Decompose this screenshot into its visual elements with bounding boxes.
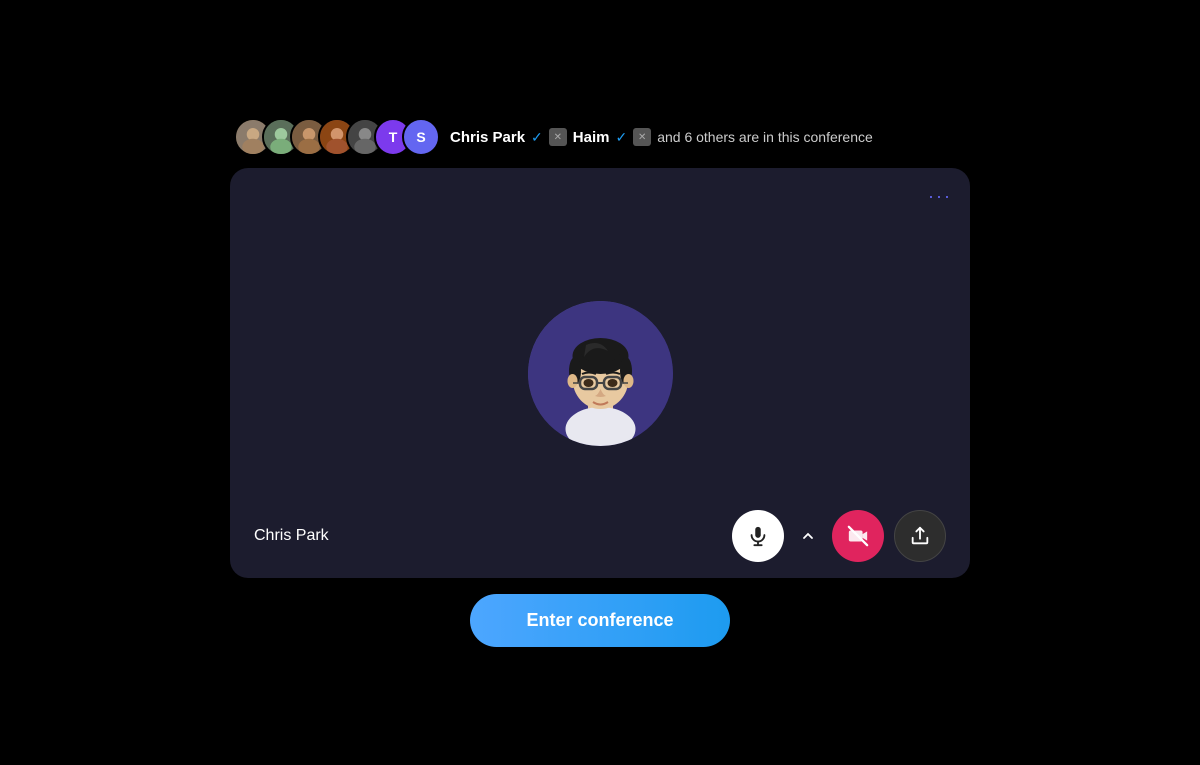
video-card: ··· (230, 168, 970, 578)
video-bottom-bar: Chris Park (230, 494, 970, 578)
participant-avatar-s: S (402, 118, 440, 156)
participant1-name: Chris Park (450, 129, 525, 146)
chevron-up-icon (802, 530, 814, 542)
participant2-remove-btn[interactable]: ✕ (633, 128, 651, 146)
conference-header: T S Chris Park ✓ ✕ Haim ✓ ✕ and 6 others… (230, 118, 970, 156)
participant1-verified-icon: ✓ (531, 129, 543, 146)
camera-slash-icon (847, 525, 869, 547)
controls-row (732, 510, 946, 562)
conference-container: T S Chris Park ✓ ✕ Haim ✓ ✕ and 6 others… (230, 118, 970, 647)
header-text: Chris Park ✓ ✕ Haim ✓ ✕ and 6 others are… (450, 128, 873, 146)
camera-off-button[interactable] (832, 510, 884, 562)
share-button[interactable] (894, 510, 946, 562)
others-text: and 6 others are in this conference (657, 129, 873, 145)
mic-icon (747, 525, 769, 547)
enter-conference-button[interactable]: Enter conference (470, 594, 730, 647)
participant-avatar-stack: T S (234, 118, 440, 156)
user-avatar-large (528, 301, 673, 446)
video-user-name: Chris Park (254, 527, 329, 545)
participant1-remove-btn[interactable]: ✕ (549, 128, 567, 146)
participant2-name: Haim (573, 129, 610, 146)
mic-button[interactable] (732, 510, 784, 562)
participant2-verified-icon: ✓ (615, 129, 627, 146)
mic-caret-button[interactable] (794, 522, 822, 550)
more-options-button[interactable]: ··· (928, 186, 952, 207)
share-icon (909, 525, 931, 547)
